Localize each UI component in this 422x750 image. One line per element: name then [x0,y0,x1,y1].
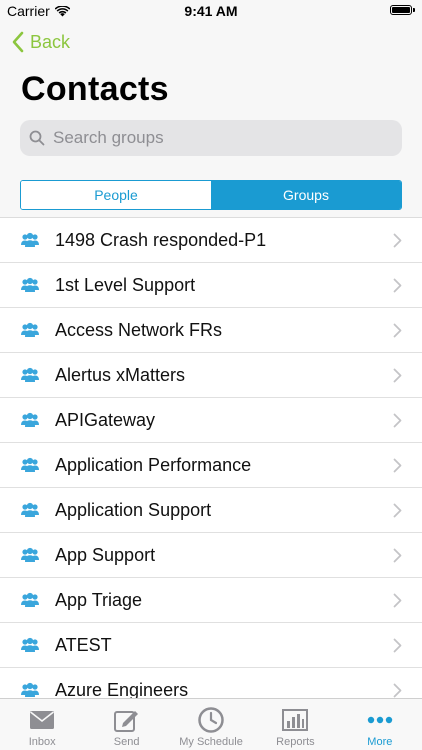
chevron-right-icon [393,503,402,518]
chevron-right-icon [393,683,402,698]
group-name: Application Performance [55,455,252,475]
status-time: 9:41 AM [184,3,238,19]
group-name: App Triage [55,590,143,610]
battery-icon [390,5,415,15]
chevron-right-icon [393,368,402,383]
segment-people[interactable]: People [21,181,211,209]
group-list: 1498 Crash responded-P1 1st Level Suppor… [0,217,422,699]
list-item[interactable]: Application Performance [0,443,422,488]
group-icon [21,457,39,472]
search-input[interactable] [51,127,402,149]
tab-more[interactable]: More [338,699,422,750]
tab-reports-label: Reports [276,736,315,748]
chevron-right-icon [393,458,402,473]
group-icon [21,547,39,562]
list-item[interactable]: 1498 Crash responded-P1 [0,218,422,263]
group-icon [21,502,39,517]
group-name: Alertus xMatters [55,365,186,385]
tab-schedule-label: My Schedule [179,736,243,748]
page-title: Contacts [21,70,169,108]
tab-inbox[interactable]: Inbox [0,699,84,750]
segment-groups[interactable]: Groups [211,181,401,209]
list-item[interactable]: Access Network FRs [0,308,422,353]
group-icon [21,637,39,652]
tab-more-label: More [367,736,393,748]
tab-inbox-label: Inbox [28,736,56,748]
list-item[interactable]: APIGateway [0,398,422,443]
group-icon [21,322,39,337]
group-name: 1498 Crash responded-P1 [55,230,267,250]
tab-reports[interactable]: Reports [253,699,337,750]
list-item[interactable]: App Support [0,533,422,578]
chevron-right-icon [393,323,402,338]
chevron-right-icon [393,233,402,248]
chevron-right-icon [393,548,402,563]
chevron-right-icon [393,278,402,293]
inbox-icon [30,711,55,729]
group-icon [21,367,39,382]
tab-bar: Inbox Send My Schedule Reports More [0,698,422,750]
search-icon [29,130,45,146]
segmented-control: People Groups [20,180,402,210]
group-name: ATEST [55,635,112,655]
chevron-right-icon [393,638,402,653]
group-name: APIGateway [55,410,156,430]
group-name: Azure Engineers [55,680,189,699]
tab-my-schedule[interactable]: My Schedule [169,699,253,750]
group-icon [21,412,39,427]
more-dots-icon [367,716,393,724]
bar-chart-icon [282,709,309,731]
group-icon [21,682,39,697]
chevron-left-icon [12,31,24,53]
list-item[interactable]: Application Support [0,488,422,533]
back-button[interactable]: Back [11,31,70,53]
search-bar[interactable] [20,120,402,156]
compose-icon [113,711,138,732]
list-item[interactable]: ATEST [0,623,422,668]
group-name: Access Network FRs [55,320,223,340]
tab-send[interactable]: Send [84,699,168,750]
chevron-right-icon [393,593,402,608]
chevron-right-icon [393,413,402,428]
group-name: 1st Level Support [55,275,196,295]
group-name: App Support [55,545,156,565]
group-icon [21,232,39,247]
list-item[interactable]: 1st Level Support [0,263,422,308]
tab-send-label: Send [113,736,140,748]
group-name: Application Support [55,500,212,520]
clock-icon [198,707,224,733]
list-item[interactable]: App Triage [0,578,422,623]
list-item[interactable]: Azure Engineers [0,668,422,699]
status-bar: Carrier 9:41 AM [0,0,422,22]
group-icon [21,277,39,292]
list-item[interactable]: Alertus xMatters [0,353,422,398]
back-label: Back [30,31,71,52]
group-icon [21,592,39,607]
